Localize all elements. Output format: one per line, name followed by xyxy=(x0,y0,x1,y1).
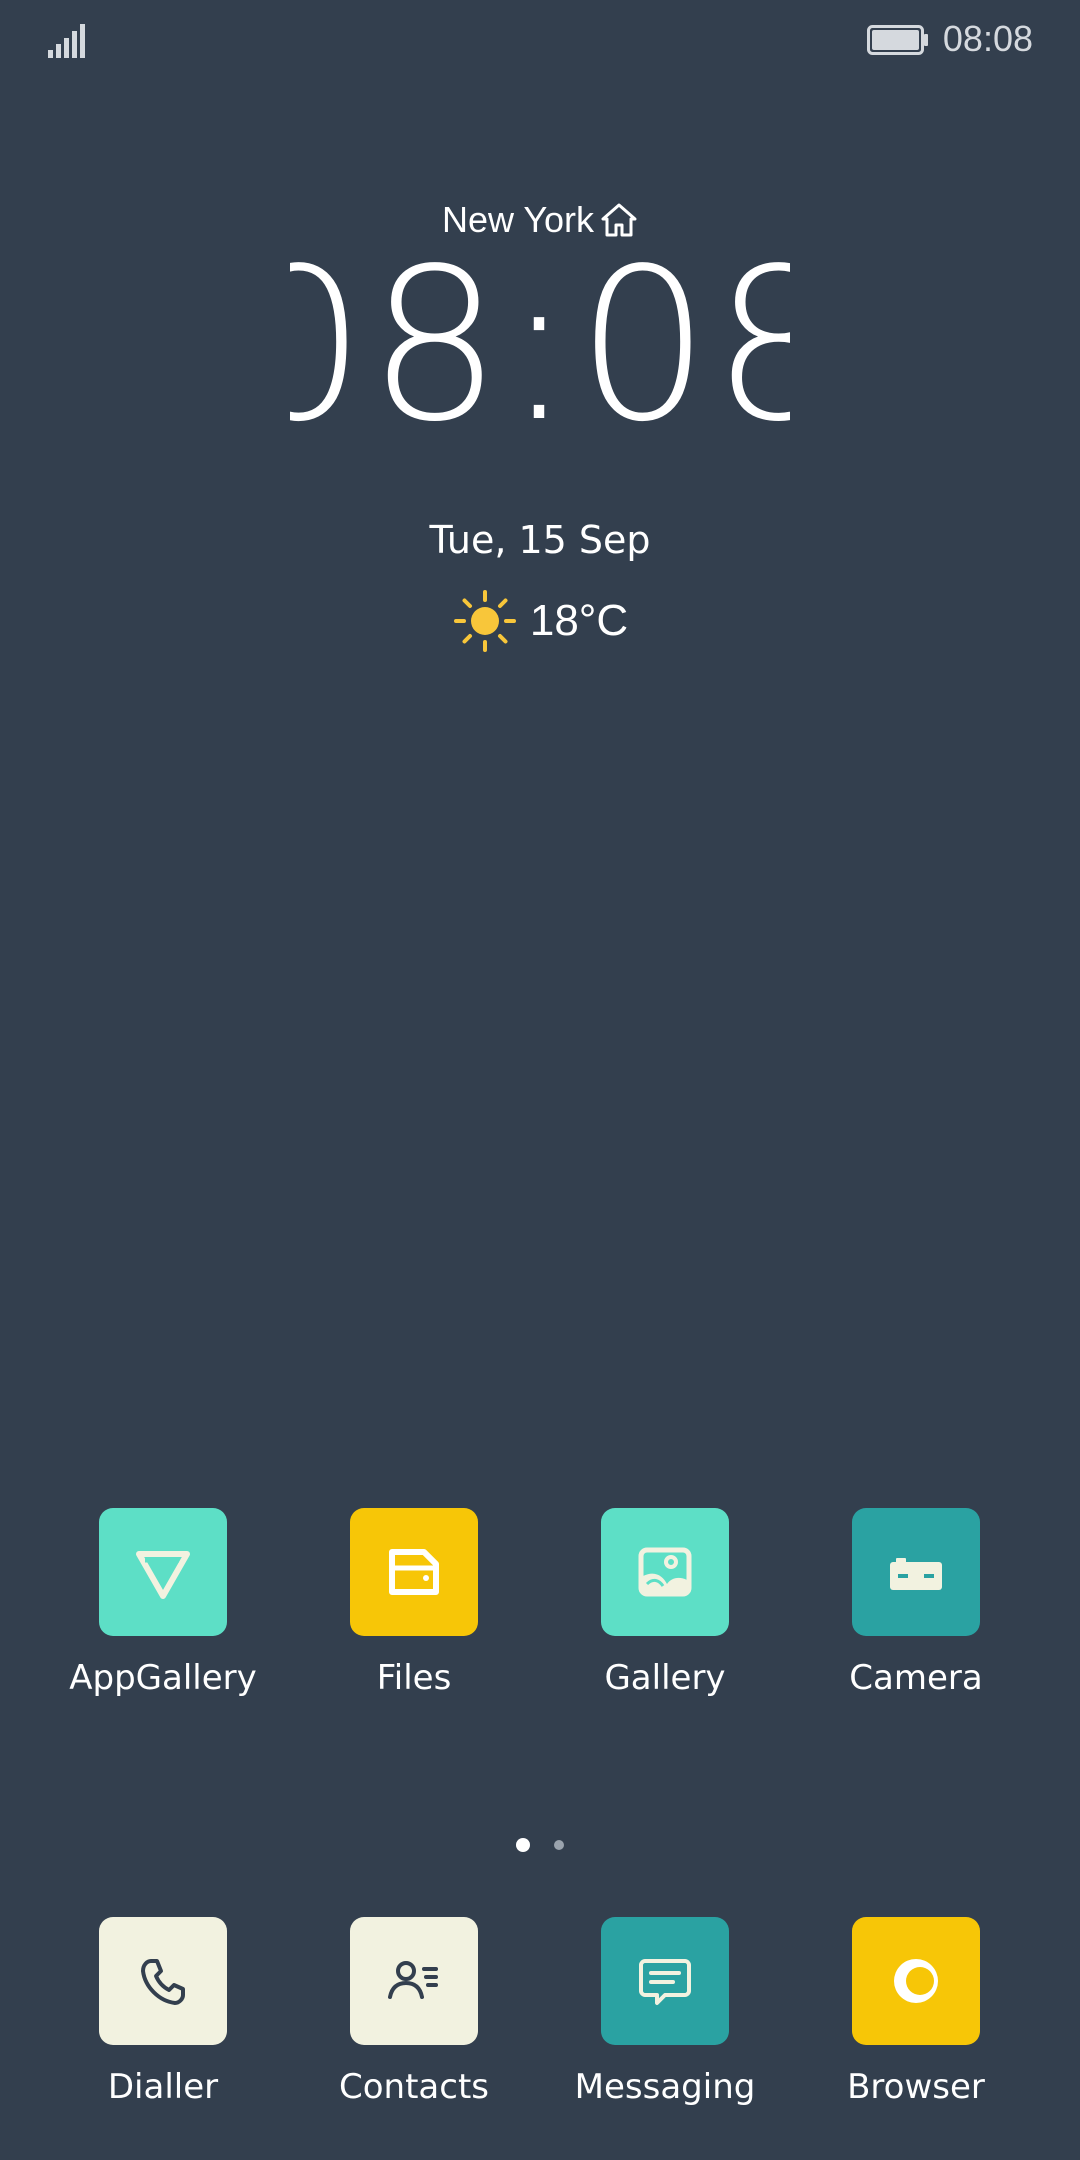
app-gallery-icon xyxy=(136,1551,190,1599)
contacts-icon xyxy=(388,1961,438,1999)
messaging-tile[interactable] xyxy=(601,1917,729,2045)
clock-time-text: 08:08 xyxy=(290,250,790,440)
app-row: AppGallery Files Gallery Camera xyxy=(0,1508,1080,1728)
browser-icon xyxy=(894,1959,938,2003)
app-label: Browser xyxy=(847,2067,985,2107)
app-appgallery[interactable]: AppGallery xyxy=(38,1508,288,1698)
clock-widget[interactable]: New York 08:08 Tue, 15 Sep 18°C xyxy=(0,190,1080,654)
temperature: 18°C xyxy=(529,596,629,645)
contacts-tile[interactable] xyxy=(350,1917,478,2045)
clock-time: 08:08 xyxy=(0,223,1080,470)
gallery-icon xyxy=(638,1547,692,1597)
app-label: AppGallery xyxy=(69,1658,257,1698)
app-files[interactable]: Files xyxy=(289,1508,539,1698)
app-gallery-tile[interactable] xyxy=(99,1508,227,1636)
app-camera[interactable]: Camera xyxy=(791,1508,1041,1698)
home-icon xyxy=(601,203,637,237)
city-row: New York xyxy=(0,190,1080,250)
camera-icon xyxy=(890,1558,942,1590)
weather-row[interactable]: 18°C xyxy=(0,588,1080,654)
status-bar: 08:08 xyxy=(0,0,1080,80)
app-label: Messaging xyxy=(574,2067,756,2107)
date-label: Tue, 15 Sep xyxy=(429,518,651,562)
dock: Dialler Contacts Messaging Browser xyxy=(0,1917,1080,2137)
signal-strength-icon xyxy=(48,24,85,58)
page-dot-active[interactable] xyxy=(516,1838,530,1852)
app-contacts[interactable]: Contacts xyxy=(289,1917,539,2107)
app-label: Gallery xyxy=(604,1658,726,1698)
app-messaging[interactable]: Messaging xyxy=(540,1917,790,2107)
app-label: Dialler xyxy=(107,2067,219,2107)
status-bar-time: 08:08 xyxy=(942,18,1033,59)
camera-tile[interactable] xyxy=(852,1508,980,1636)
app-gallery[interactable]: Gallery xyxy=(540,1508,790,1698)
page-dot[interactable] xyxy=(554,1840,564,1850)
browser-tile[interactable] xyxy=(852,1917,980,2045)
message-icon xyxy=(639,1959,691,2005)
battery-icon xyxy=(867,25,928,55)
sun-icon xyxy=(453,590,516,652)
phone-icon xyxy=(141,1959,185,2005)
files-icon xyxy=(389,1549,439,1595)
app-browser[interactable]: Browser xyxy=(791,1917,1041,2107)
page-indicator[interactable] xyxy=(0,1838,1080,1852)
city-name: New York xyxy=(441,199,595,240)
app-label: Contacts xyxy=(339,2067,489,2107)
dialler-tile[interactable] xyxy=(99,1917,227,2045)
app-label: Files xyxy=(376,1658,452,1698)
gallery-tile[interactable] xyxy=(601,1508,729,1636)
app-dialler[interactable]: Dialler xyxy=(38,1917,288,2107)
app-label: Camera xyxy=(849,1658,983,1698)
files-tile[interactable] xyxy=(350,1508,478,1636)
